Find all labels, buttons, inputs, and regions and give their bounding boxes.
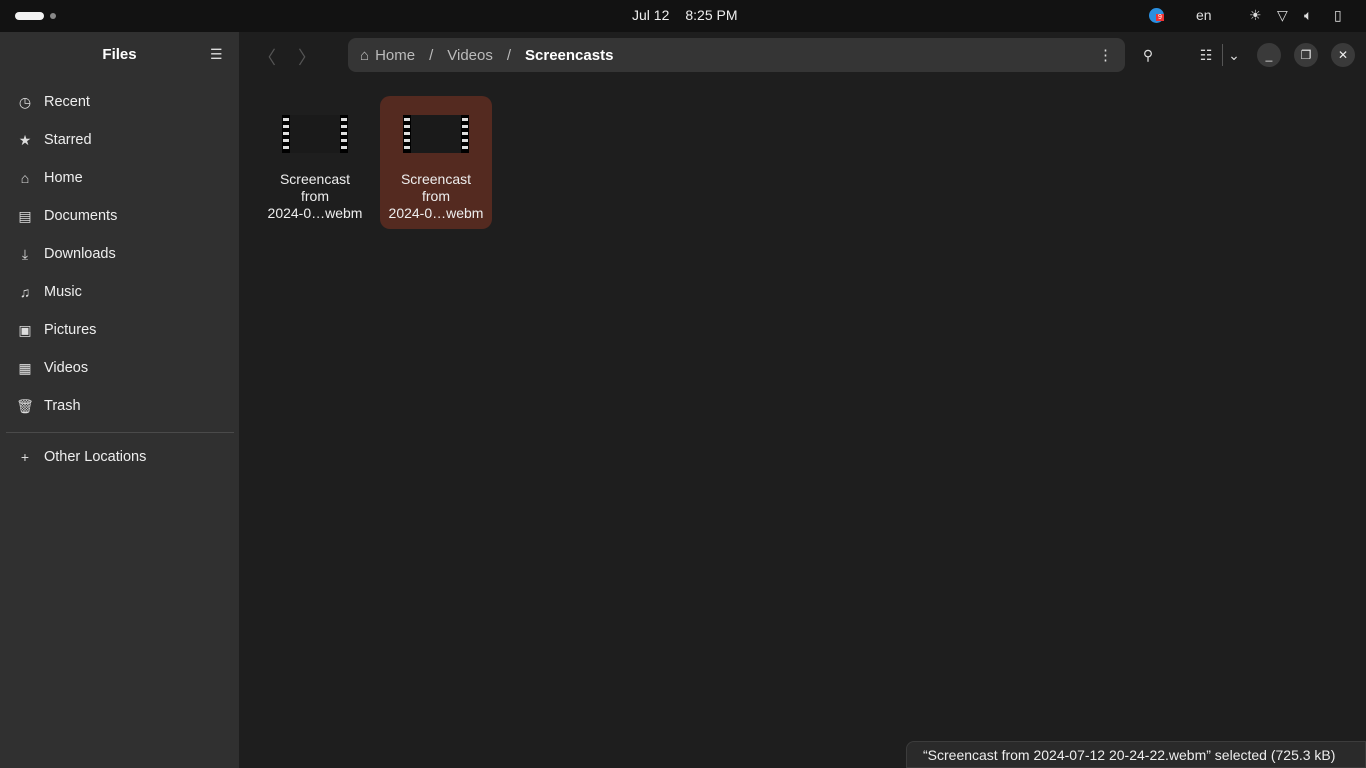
- file-item[interactable]: Screencast from 2024-0…webm: [259, 96, 371, 229]
- label: Recent: [44, 94, 90, 110]
- time: 8:25 PM: [685, 7, 738, 23]
- workspace-indicator-active[interactable]: [15, 12, 44, 20]
- selection-status: “Screencast from 2024-07-12 20-24-22.web…: [906, 741, 1366, 768]
- sidebar-item-starred[interactable]: ★ Starred: [6, 123, 234, 157]
- video-thumbnail: [403, 115, 469, 153]
- view-options-chevron-icon[interactable]: ⌄: [1222, 43, 1246, 67]
- wifi-icon[interactable]: ▽: [1277, 7, 1288, 24]
- battery-icon[interactable]: ▯: [1334, 7, 1342, 24]
- path-videos[interactable]: Videos: [447, 47, 493, 64]
- document-icon: ▤: [18, 207, 32, 224]
- trash-icon: 🗑︎: [16, 397, 34, 414]
- sidebar-item-videos[interactable]: ▦ Videos: [6, 351, 234, 385]
- sidebar: Files ☰ ◷ Recent ★ Starred ⌂ Home ▤ Document…: [0, 32, 239, 768]
- sidebar-item-recent[interactable]: ◷ Recent: [6, 85, 234, 119]
- label: Starred: [44, 132, 92, 148]
- star-icon: ★: [18, 131, 32, 148]
- sidebar-item-pictures[interactable]: ▣ Pictures: [6, 313, 234, 347]
- volume-icon[interactable]: 🔈︎: [1304, 7, 1312, 24]
- notification-badge: 9: [1156, 14, 1164, 21]
- language-indicator[interactable]: en: [1196, 7, 1212, 23]
- back-button[interactable]: 〈: [258, 44, 276, 70]
- label: Other Locations: [44, 449, 147, 465]
- forward-button[interactable]: 〉: [298, 44, 316, 70]
- path-home[interactable]: Home: [375, 47, 415, 64]
- video-icon: ▦: [18, 359, 32, 376]
- workspace-indicator[interactable]: [50, 13, 56, 19]
- sidebar-item-music[interactable]: ♫ Music: [6, 275, 234, 309]
- label: Documents: [44, 208, 118, 224]
- label: Home: [44, 170, 83, 186]
- brightness-icon[interactable]: ☀: [1249, 7, 1262, 24]
- list-view-button[interactable]: ☷: [1194, 43, 1218, 67]
- clock-icon: ◷: [18, 93, 32, 110]
- sidebar-item-home[interactable]: ⌂ Home: [6, 161, 234, 195]
- home-icon: ⌂: [360, 46, 370, 64]
- label: Pictures: [44, 322, 97, 338]
- minimize-button[interactable]: _: [1257, 43, 1281, 67]
- more-options-icon[interactable]: ⋮: [1098, 46, 1113, 64]
- sidebar-item-trash[interactable]: 🗑︎ Trash: [6, 389, 234, 423]
- sidebar-item-documents[interactable]: ▤ Documents: [6, 199, 234, 233]
- label: Downloads: [44, 246, 116, 262]
- date: Jul 12: [632, 7, 670, 23]
- menu-icon[interactable]: ☰: [210, 46, 223, 63]
- label: Trash: [44, 398, 81, 414]
- close-button[interactable]: ✕: [1331, 43, 1355, 67]
- sidebar-item-downloads[interactable]: ⤓ Downloads: [6, 237, 234, 271]
- chrome-app-icon[interactable]: 9: [1149, 8, 1164, 23]
- label: Videos: [44, 360, 89, 376]
- file-name: Screencast from 2024-0…webm: [267, 171, 363, 221]
- search-button[interactable]: ⚲: [1136, 43, 1160, 67]
- path-bar[interactable]: ⌂ Home / Videos / Screencasts ⋮: [348, 38, 1125, 72]
- path-screencasts[interactable]: Screencasts: [525, 47, 613, 64]
- sidebar-item-other-locations[interactable]: + Other Locations: [6, 440, 234, 474]
- maximize-button[interactable]: ❐: [1294, 43, 1318, 67]
- file-item-selected[interactable]: Screencast from 2024-0…webm: [380, 96, 492, 229]
- file-name: Screencast from 2024-0…webm: [388, 171, 484, 221]
- clock[interactable]: Jul 12 8:25 PM: [632, 7, 738, 23]
- header-bar: 〈 〉 ⌂ Home / Videos / Screencasts ⋮ ⚲ ☷ ⌄ …: [239, 32, 1366, 78]
- divider: [6, 432, 234, 433]
- plus-icon: +: [20, 449, 30, 465]
- app-title: Files: [102, 46, 137, 63]
- video-thumbnail: [282, 115, 348, 153]
- download-icon: ⤓: [21, 245, 29, 262]
- home-icon: ⌂: [20, 170, 30, 186]
- label: Music: [44, 284, 82, 300]
- music-icon: ♫: [19, 284, 31, 300]
- picture-icon: ▣: [18, 321, 32, 338]
- top-bar: Jul 12 8:25 PM 9 en ☀ ▽ 🔈︎ ▯: [0, 0, 1366, 32]
